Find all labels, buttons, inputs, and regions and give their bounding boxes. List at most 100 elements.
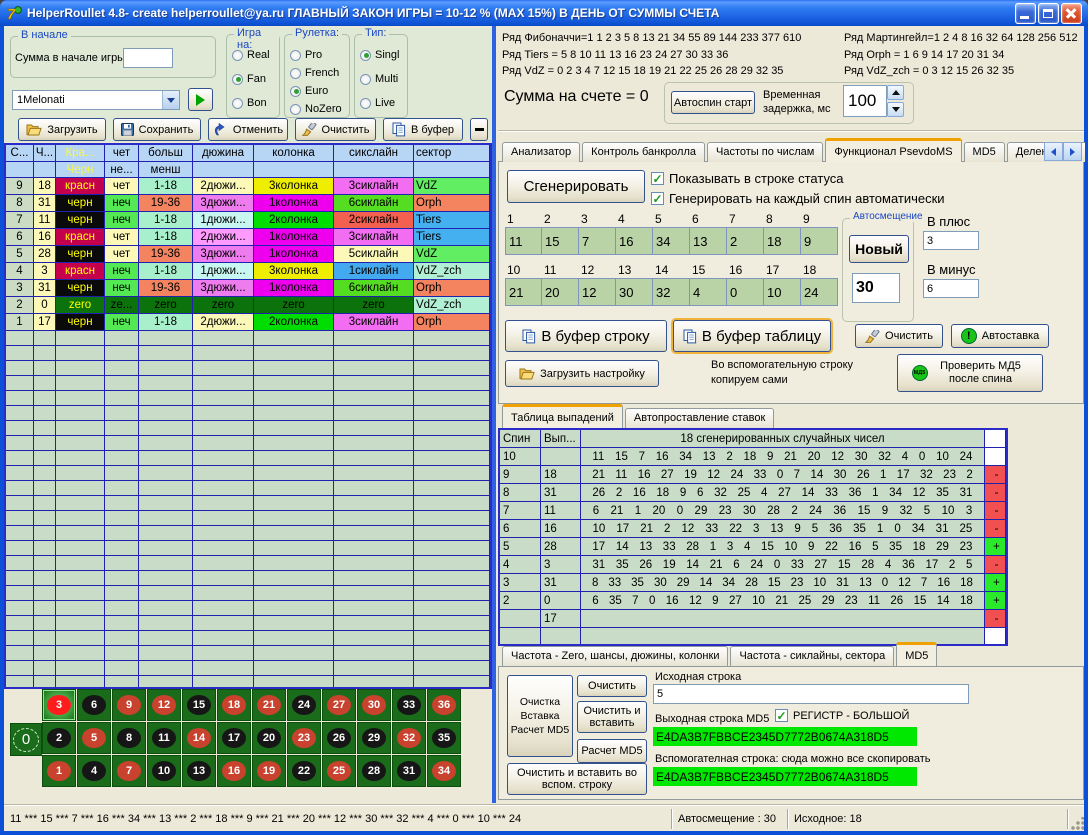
tab-scroll-right-icon[interactable] (1063, 142, 1082, 161)
autoshift-input[interactable] (852, 273, 900, 303)
autobet-button[interactable]: !Автоставка (951, 324, 1049, 348)
spinner-up-icon[interactable] (887, 85, 904, 100)
roulette-number-13[interactable]: 13 (182, 755, 216, 787)
roulette-number-4[interactable]: 4 (77, 755, 111, 787)
roulette-number-29[interactable]: 29 (357, 722, 391, 754)
preset-combobox[interactable]: 1Melonati (12, 90, 180, 110)
show-status-checkbox[interactable]: ✓ Показывать в строке статуса (651, 171, 844, 186)
roulette-number-27[interactable]: 27 (322, 689, 356, 721)
roulette-number-28[interactable]: 28 (357, 755, 391, 787)
radio-option-live[interactable]: Live (360, 97, 395, 109)
check-md5-button[interactable]: МД5 Проверить МД5 после спина (897, 354, 1043, 392)
roulette-number-18[interactable]: 18 (217, 689, 251, 721)
radio-option-bon[interactable]: Bon (232, 97, 267, 109)
roulette-number-35[interactable]: 35 (427, 722, 461, 754)
minus-input[interactable] (923, 279, 979, 298)
resize-grip[interactable] (1070, 817, 1084, 831)
md5-calc-button[interactable]: Расчет MD5 (577, 739, 647, 763)
roulette-number-7[interactable]: 7 (112, 755, 146, 787)
roulette-number-14[interactable]: 14 (182, 722, 216, 754)
clear-generator-button[interactable]: Очистить (855, 324, 943, 348)
delay-input[interactable] (843, 85, 887, 117)
output-md5-field[interactable]: E4DA3B7FBBCE2345D7772B0674A318D5 (653, 727, 917, 746)
copy-row-to-buffer-button[interactable]: В буфер строку (505, 320, 667, 352)
md5-clear-button[interactable]: Очистить (577, 675, 647, 697)
roulette-number-11[interactable]: 11 (147, 722, 181, 754)
в буфер-button[interactable]: В буфер (383, 118, 463, 141)
roulette-number-30[interactable]: 30 (357, 689, 391, 721)
minimize-button[interactable] (1015, 3, 1036, 24)
tab-частоты-по-числам[interactable]: Частоты по числам (707, 142, 823, 162)
roulette-number-32[interactable]: 32 (392, 722, 426, 754)
md5-clear-paste-aux-button[interactable]: Очистить и вставить во вспом. строку (507, 763, 647, 795)
tab-контроль-банкролла[interactable]: Контроль банкролла (582, 142, 705, 162)
spinner-down-icon[interactable] (887, 102, 904, 117)
radio-option-singl[interactable]: Singl (360, 49, 399, 61)
загрузить-button[interactable]: Загрузить (18, 118, 106, 141)
start-sum-input[interactable] (123, 48, 173, 68)
очистить-button[interactable]: Очистить (295, 118, 376, 141)
roulette-number-16[interactable]: 16 (217, 755, 251, 787)
roulette-number-25[interactable]: 25 (322, 755, 356, 787)
tab-анализатор[interactable]: Анализатор (502, 142, 580, 162)
отменить-button[interactable]: Отменить (208, 118, 288, 141)
radio-option-french[interactable]: French (290, 67, 339, 79)
tab-таблица-выпадений[interactable]: Таблица выпадений (502, 404, 623, 428)
roulette-number-19[interactable]: 19 (252, 755, 286, 787)
load-settings-button[interactable]: Загрузить настройку (505, 360, 659, 387)
title-bar[interactable]: 7 HelperRoullet 4.8- create helperroulle… (0, 0, 1088, 26)
roulette-number-8[interactable]: 8 (112, 722, 146, 754)
md5-all-in-one-button[interactable]: Очистка Вставка Расчет MD5 (507, 675, 573, 757)
md5-clear-paste-button[interactable]: Очистить и вставить (577, 701, 647, 733)
aux-string-field[interactable]: E4DA3B7FBBCE2345D7772B0674A318D5 (653, 767, 917, 786)
roulette-number-2[interactable]: 2 (42, 722, 76, 754)
tab-частота-сиклайны-сектора[interactable]: Частота - сиклайны, сектора (730, 646, 894, 666)
roulette-number-33[interactable]: 33 (392, 689, 426, 721)
tab-функционал-psevdoms[interactable]: Функционал PsevdoMS (825, 138, 961, 162)
apply-preset-button[interactable] (188, 88, 213, 111)
tab-scroll-left-icon[interactable] (1044, 142, 1063, 161)
collapse-button[interactable] (470, 118, 488, 141)
maximize-button[interactable] (1038, 3, 1059, 24)
roulette-number-17[interactable]: 17 (217, 722, 251, 754)
roulette-number-5[interactable]: 5 (77, 722, 111, 754)
uppercase-checkbox[interactable]: ✓ РЕГИСТР - БОЛЬШОЙ (775, 709, 909, 722)
tab-md5[interactable]: MD5 (964, 142, 1005, 162)
radio-option-pro[interactable]: Pro (290, 49, 322, 61)
roulette-number-26[interactable]: 26 (322, 722, 356, 754)
radio-option-multi[interactable]: Multi (360, 73, 398, 85)
roulette-number-3[interactable]: 3 (42, 689, 76, 721)
combo-dropdown-icon[interactable] (162, 91, 179, 109)
new-shift-button[interactable]: Новый (849, 235, 909, 263)
roulette-number-22[interactable]: 22 (287, 755, 321, 787)
roulette-number-0[interactable]: 0 (10, 723, 42, 756)
roulette-number-1[interactable]: 1 (42, 755, 76, 787)
generate-button[interactable]: Сгенерировать (507, 170, 645, 203)
roulette-number-24[interactable]: 24 (287, 689, 321, 721)
roulette-number-10[interactable]: 10 (147, 755, 181, 787)
roulette-number-23[interactable]: 23 (287, 722, 321, 754)
roulette-number-15[interactable]: 15 (182, 689, 216, 721)
plus-input[interactable] (923, 231, 979, 250)
tab-частота-zero-шансы-дюжины-колонки[interactable]: Частота - Zero, шансы, дюжины, колонки (502, 646, 728, 666)
roulette-number-12[interactable]: 12 (147, 689, 181, 721)
copy-table-to-buffer-button[interactable]: В буфер таблицу (673, 320, 831, 352)
roulette-number-20[interactable]: 20 (252, 722, 286, 754)
roulette-number-34[interactable]: 34 (427, 755, 461, 787)
source-string-input[interactable] (653, 684, 969, 704)
close-button[interactable] (1061, 3, 1082, 24)
roulette-number-9[interactable]: 9 (112, 689, 146, 721)
tab-автопроставление-ставок[interactable]: Автопроставление ставок (625, 408, 774, 428)
autospin-start-button[interactable]: Автоспин старт (671, 91, 755, 114)
roulette-number-6[interactable]: 6 (77, 689, 111, 721)
radio-option-fan[interactable]: Fan (232, 73, 266, 85)
roulette-number-21[interactable]: 21 (252, 689, 286, 721)
tab-md5[interactable]: MD5 (896, 642, 937, 666)
roulette-number-36[interactable]: 36 (427, 689, 461, 721)
radio-option-real[interactable]: Real (232, 49, 270, 61)
auto-generate-checkbox[interactable]: ✓ Генерировать на каждый спин автоматиче… (651, 191, 945, 206)
roulette-number-31[interactable]: 31 (392, 755, 426, 787)
сохранить-button[interactable]: Сохранить (113, 118, 201, 141)
radio-option-euro[interactable]: Euro (290, 85, 328, 97)
radio-option-nozero[interactable]: NoZero (290, 103, 342, 115)
